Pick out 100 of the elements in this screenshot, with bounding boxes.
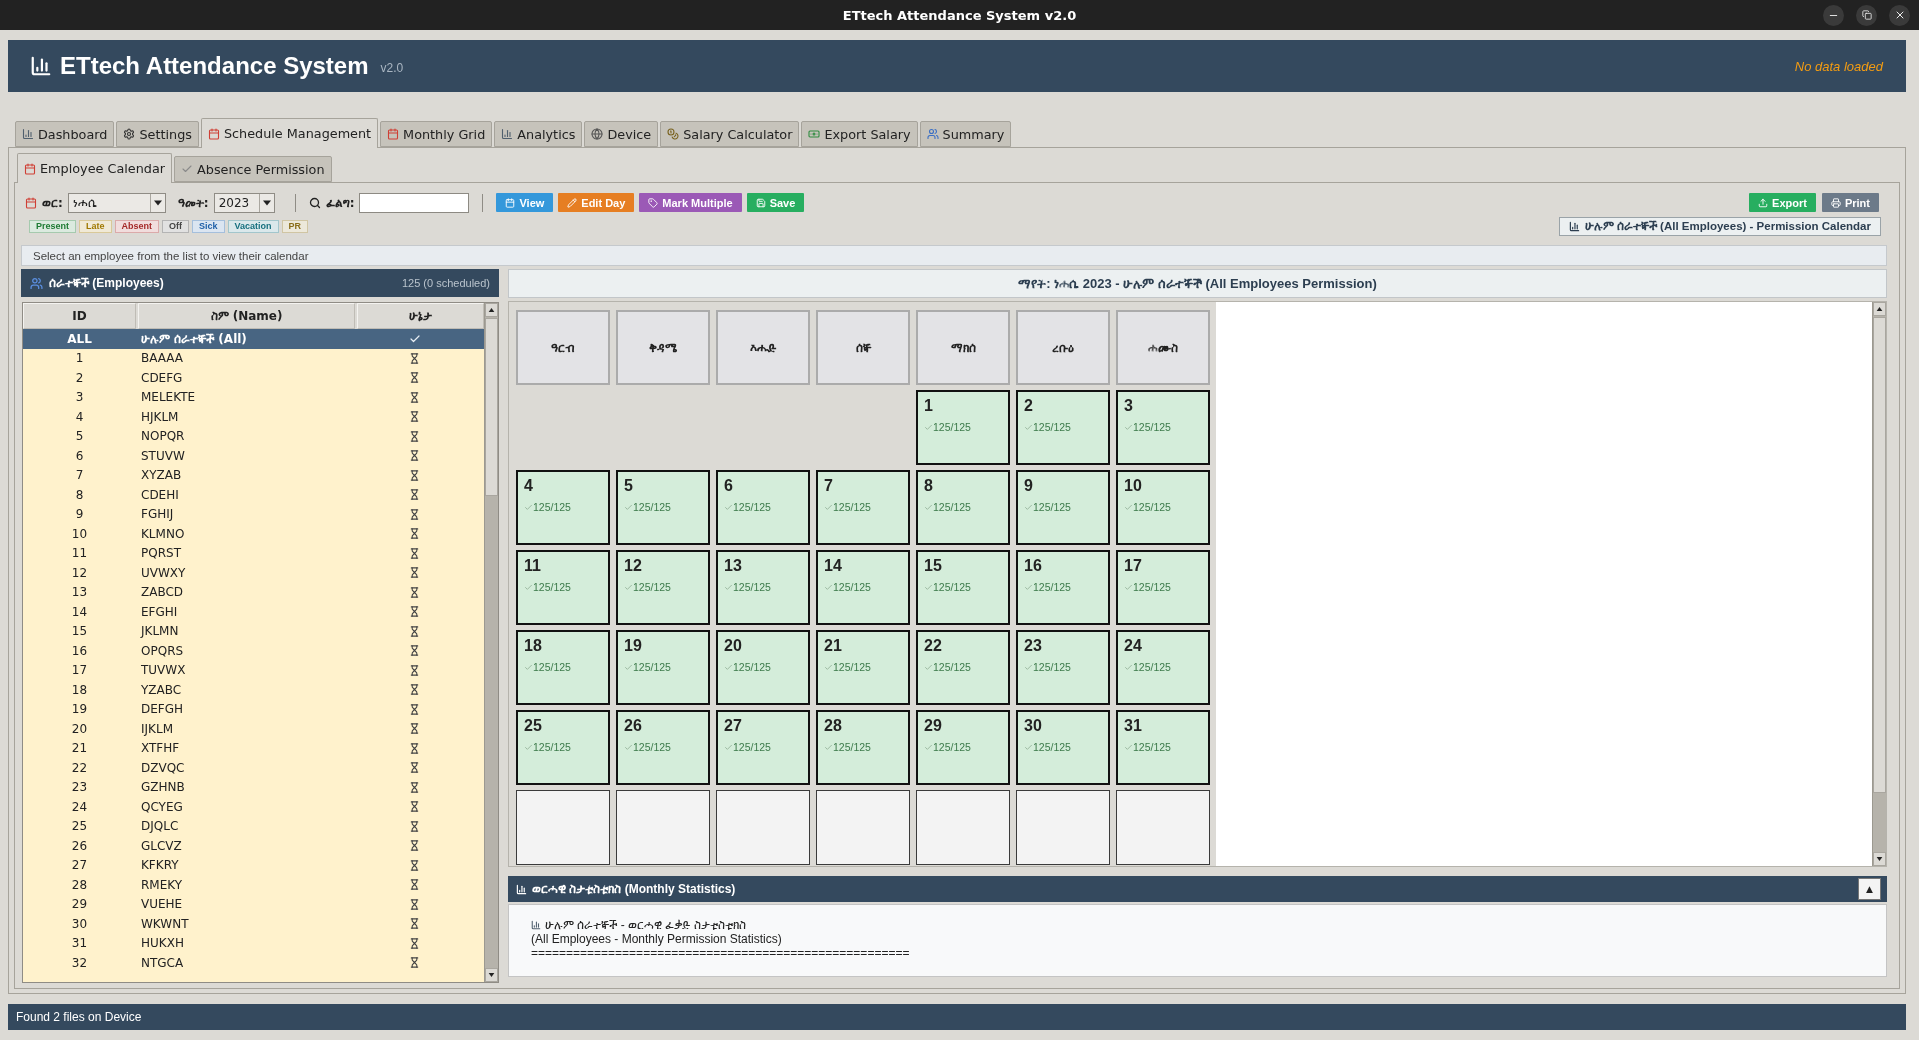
table-row[interactable]: 27 KFKRY [23,855,484,875]
tab[interactable]: Device [584,121,659,147]
column-header[interactable]: ስም (Name) [138,303,355,329]
search-field[interactable] [359,192,470,213]
day-cell[interactable]: 31 125/125 [1116,710,1210,785]
tab[interactable]: Monthly Grid [380,121,493,147]
day-cell[interactable]: 30 125/125 [1016,710,1110,785]
day-cell[interactable]: 16 125/125 [1016,550,1110,625]
table-row[interactable]: 24 QCYEG [23,797,484,817]
table-row[interactable]: 15 JKLMN [23,621,484,641]
table-row[interactable]: 29 VUEHE [23,894,484,914]
tab[interactable]: Absence Permission [174,156,332,182]
tab[interactable]: Settings [116,121,199,147]
table-row[interactable]: 12 UVWXY [23,563,484,583]
day-cell[interactable]: 14 125/125 [816,550,910,625]
tab[interactable]: Employee Calendar [17,153,172,183]
table-row[interactable]: 28 RMEKY [23,875,484,895]
day-cell[interactable]: 29 125/125 [916,710,1010,785]
column-header[interactable]: ID [23,303,136,329]
day-cell[interactable]: 11 125/125 [516,550,610,625]
day-cell[interactable]: 6 125/125 [716,470,810,545]
table-row[interactable]: 31 HUKXH [23,933,484,953]
tab[interactable]: Summary [919,121,1012,147]
day-cell[interactable]: 12 125/125 [616,550,710,625]
table-row[interactable]: 32 NTGCA [23,953,484,973]
table-row[interactable]: 30 WKWNT [23,914,484,934]
day-cell[interactable]: 2 125/125 [1016,390,1110,465]
action-button[interactable]: Print [1821,193,1879,212]
year-dropdown[interactable]: 2023 [213,192,275,213]
table-row[interactable]: 6 STUVW [23,446,484,466]
table-row[interactable]: 13 ZABCD [23,582,484,602]
day-cell[interactable]: 18 125/125 [516,630,610,705]
table-row[interactable]: 20 IJKLM [23,719,484,739]
day-cell[interactable]: 17 125/125 [1116,550,1210,625]
day-cell[interactable]: 7 125/125 [816,470,910,545]
table-cell: 13 [71,585,88,600]
day-cell[interactable]: 10 125/125 [1116,470,1210,545]
scrollbar[interactable] [484,303,498,982]
table-row[interactable]: 22 DZVQC [23,758,484,778]
day-cell[interactable]: 28 125/125 [816,710,910,785]
day-cell[interactable]: 27 125/125 [716,710,810,785]
tab[interactable]: Dashboard [15,121,115,147]
table-row[interactable]: 21 XTFHF [23,738,484,758]
day-cell[interactable]: 26 125/125 [616,710,710,785]
table-row[interactable]: 11 PQRST [23,543,484,563]
day-cell[interactable]: 21 125/125 [816,630,910,705]
action-button[interactable]: Mark Multiple [639,193,742,212]
day-cell[interactable]: 20 125/125 [716,630,810,705]
table-row[interactable]: 7 XYZAB [23,465,484,485]
table-row[interactable]: 18 YZABC [23,680,484,700]
table-row[interactable]: 8 CDEHI [23,485,484,505]
tab[interactable]: Analytics [494,121,583,147]
day-cell[interactable]: 3 125/125 [1116,390,1210,465]
restore-button[interactable] [1856,4,1877,26]
table-cell-text: DZVQC [140,760,186,775]
day-cell[interactable]: 8 125/125 [916,470,1010,545]
day-cell[interactable]: 23 125/125 [1016,630,1110,705]
day-cell[interactable]: 4 125/125 [516,470,610,545]
hourglass-icon [409,586,420,598]
table-row[interactable]: 10 KLMNO [23,524,484,544]
day-cell[interactable]: 22 125/125 [916,630,1010,705]
day-cell[interactable]: 15 125/125 [916,550,1010,625]
day-cell[interactable]: 25 125/125 [516,710,610,785]
table-row[interactable]: 17 TUVWX [23,660,484,680]
table-row[interactable]: 4 HJKLM [23,407,484,427]
tab[interactable]: Schedule Management [200,118,379,148]
tab[interactable]: Export Salary [801,121,918,147]
scroll-down-icon[interactable] [485,968,498,982]
calendar-mode-button[interactable]: ሁሉም ሰራተኞች (All Employees) - Permission Calendar [1558,217,1881,236]
table-row[interactable]: 5 NOPQR [23,426,484,446]
scrollbar-thumb[interactable] [485,318,498,496]
table-row[interactable]: 19 DEFGH [23,699,484,719]
table-row[interactable]: 23 GZHNB [23,777,484,797]
day-cell[interactable]: 24 125/125 [1116,630,1210,705]
table-row[interactable]: 25 DJQLC [23,816,484,836]
table-row[interactable]: 9 FGHIJ [23,504,484,524]
close-button[interactable] [1889,4,1910,26]
day-number: 30 [1024,716,1042,736]
day-cell[interactable]: 1 125/125 [916,390,1010,465]
table-row[interactable]: 14 EFGHI [23,602,484,622]
table-row[interactable]: ALL ሁሉም ሰራተኞች (All) [23,329,484,349]
scroll-down-icon[interactable] [1873,852,1886,866]
table-row[interactable]: 26 GLCVZ [23,836,484,856]
day-cell[interactable]: 13 125/125 [716,550,810,625]
day-cell[interactable]: 19 125/125 [616,630,710,705]
table-row[interactable]: 16 OPQRS [23,641,484,661]
table-row[interactable]: 1 BAAAA [23,348,484,368]
table-row[interactable]: 2 CDEFG [23,368,484,388]
collapse-button[interactable]: ▲ [1858,878,1881,900]
tab[interactable]: Salary Calculator [660,121,800,147]
scroll-up-icon[interactable] [1873,302,1886,316]
table-row[interactable]: 3 MELEKTE [23,387,484,407]
scroll-up-icon[interactable] [485,303,498,317]
scrollbar[interactable] [1872,302,1886,866]
scrollbar-thumb[interactable] [1873,317,1886,793]
table-cell: 7 [75,468,84,483]
month-dropdown[interactable]: ነሐሴ [67,192,166,213]
day-cell[interactable]: 5 125/125 [616,470,710,545]
day-cell[interactable]: 9 125/125 [1016,470,1110,545]
column-header[interactable]: ሁኔታ [357,303,484,329]
